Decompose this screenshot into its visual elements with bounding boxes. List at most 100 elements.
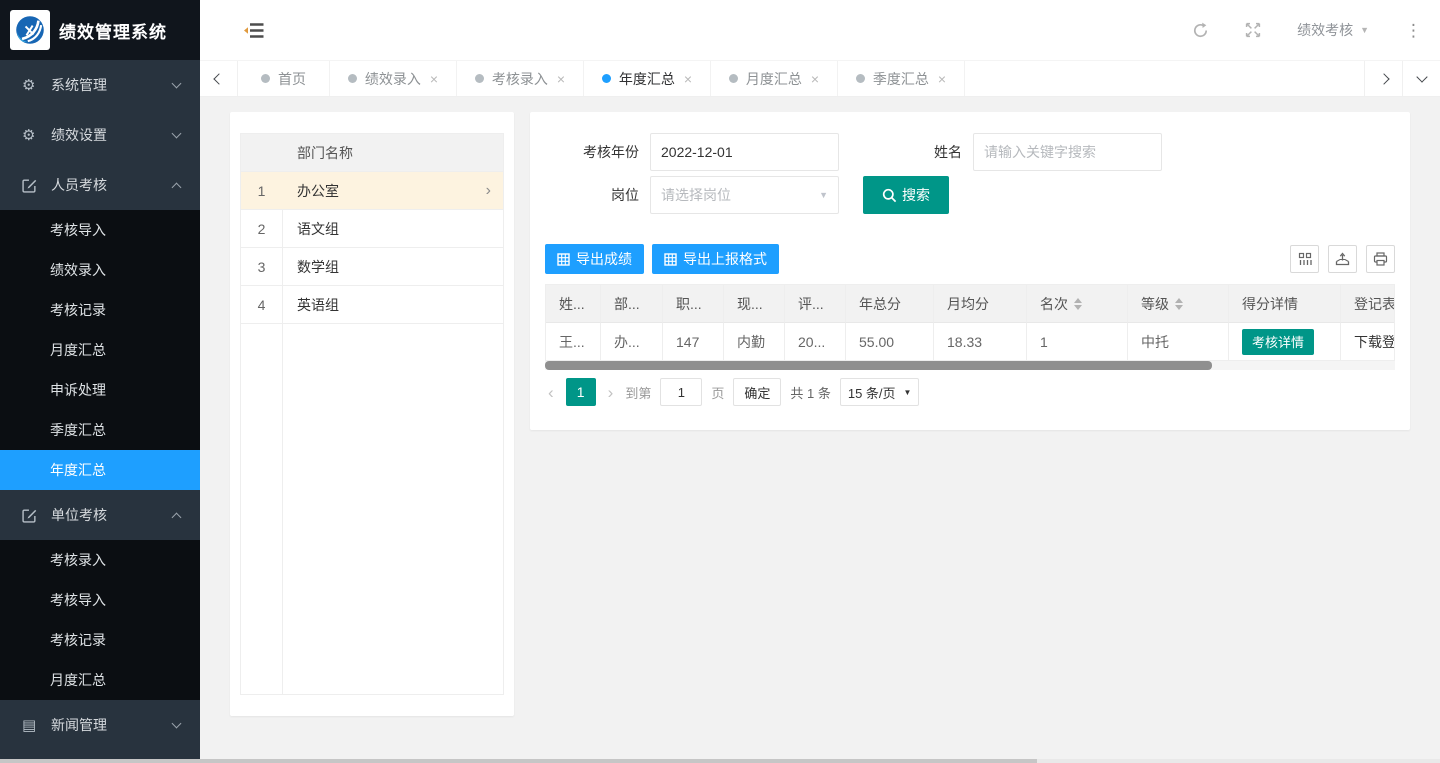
table-grid-icon [557,253,570,266]
tab-annual-summary[interactable]: 年度汇总 × [584,61,711,96]
th-grade[interactable]: 等级 [1128,285,1229,323]
th-current-post[interactable]: 现... [724,285,785,323]
current-page[interactable]: 1 [566,378,596,406]
sidebar-item-performance-entry[interactable]: 绩效录入 [0,250,200,290]
goto-page-input[interactable] [660,378,702,406]
user-menu[interactable]: 绩效考核 ▼ [1297,20,1369,40]
print-button[interactable] [1366,245,1395,273]
export-report-button[interactable]: 导出上报格式 [652,244,779,274]
department-name: 英语组 [282,295,503,315]
results-table-header: 姓... 部... 职... 现... 评... 年总分 月均分 名次 等级 [546,285,1395,323]
sidebar-item-unit-assessment-records[interactable]: 考核记录 [0,620,200,660]
tab-scroll-left-button[interactable] [200,61,238,96]
app-title: 绩效管理系统 [59,18,167,43]
name-label: 姓名 [839,142,973,162]
results-panel: 考核年份 姓名 岗位 请选择岗位 ▼ [530,112,1410,430]
confirm-button[interactable]: 确定 [733,378,781,406]
sidebar-item-system-management[interactable]: ⚙ 系统管理 [0,60,200,110]
sort-icon[interactable] [1074,298,1082,310]
tab-label: 绩效录入 [365,69,421,89]
tab-dot-icon [261,74,270,83]
export-button[interactable] [1328,245,1357,273]
td-eval-year: 20... [785,323,846,361]
more-options-icon[interactable]: ⋮ [1405,22,1422,39]
sidebar-item-assessment-records[interactable]: 考核记录 [0,290,200,330]
edit-icon [22,178,44,193]
department-row-math-group[interactable]: 3 数学组 [241,248,503,286]
close-icon[interactable]: × [811,71,819,87]
collapse-menu-icon[interactable] [243,23,264,38]
assessment-detail-button[interactable]: 考核详情 [1242,329,1314,355]
fullscreen-icon[interactable] [1245,22,1261,38]
sidebar-item-monthly-summary[interactable]: 月度汇总 [0,330,200,370]
close-icon[interactable]: × [938,71,946,87]
columns-filter-button[interactable] [1290,245,1319,273]
sidebar-item-unit-monthly-summary[interactable]: 月度汇总 [0,660,200,700]
department-row-english-group[interactable]: 4 英语组 [241,286,503,324]
scrollbar-thumb[interactable] [0,759,1037,763]
td-name: 王... [546,323,601,361]
sidebar-item-personnel-assessment[interactable]: 人员考核 [0,160,200,210]
tab-assessment-entry[interactable]: 考核录入 × [457,61,584,96]
tab-home[interactable]: 首页 [238,61,330,96]
sidebar-item-label: 人员考核 [51,175,173,195]
pagination: ‹ 1 › 到第 页 确定 共 1 条 15 条/页 ▼ [545,377,1395,407]
name-search-input[interactable] [973,133,1162,171]
personnel-assessment-submenu: 考核导入 绩效录入 考核记录 月度汇总 申诉处理 季度汇总 年度汇总 [0,210,200,490]
topbar-actions: 绩效考核 ▼ ⋮ [1192,20,1422,40]
download-registration-link[interactable]: 下载登记表 [1354,332,1395,352]
close-icon[interactable]: × [684,71,692,87]
sidebar-nav: ⚙ 系统管理 ⚙ 绩效设置 人员考核 考核导入 [0,60,200,763]
scrollbar-thumb[interactable] [545,361,1212,370]
close-icon[interactable]: × [430,71,438,87]
sidebar-item-unit-assessment-import[interactable]: 考核导入 [0,580,200,620]
td-current-post: 内勤 [724,323,785,361]
department-row-chinese-group[interactable]: 2 语文组 [241,210,503,248]
th-department[interactable]: 部... [601,285,663,323]
next-page-button[interactable]: › [605,384,617,401]
sort-icon[interactable] [1175,298,1183,310]
tab-label: 考核录入 [492,69,548,89]
department-name-header: 部门名称 [282,143,503,163]
post-select[interactable]: 请选择岗位 ▼ [650,176,839,214]
sidebar-item-assessment-import[interactable]: 考核导入 [0,210,200,250]
assessment-year-input[interactable] [650,133,839,171]
tab-monthly-summary[interactable]: 月度汇总 × [711,61,838,96]
page-size-select[interactable]: 15 条/页 ▼ [840,378,920,406]
sidebar-item-quarterly-summary[interactable]: 季度汇总 [0,410,200,450]
sidebar-item-news-management[interactable]: ▤ 新闻管理 [0,700,200,750]
th-score-detail[interactable]: 得分详情 [1229,285,1341,323]
th-name[interactable]: 姓... [546,285,601,323]
department-row-office[interactable]: 1 办公室 › [241,172,503,210]
app-window: 绩效管理系统 ⚙ 系统管理 ⚙ 绩效设置 人员考核 [0,0,1440,763]
prev-page-button[interactable]: ‹ [545,384,557,401]
post-select-placeholder: 请选择岗位 [661,185,731,205]
sidebar-item-unit-assessment[interactable]: 单位考核 [0,490,200,540]
th-rank[interactable]: 名次 [1027,285,1128,323]
chevron-right-icon: › [486,182,491,200]
results-table: 姓... 部... 职... 现... 评... 年总分 月均分 名次 等级 [545,284,1395,361]
search-button[interactable]: 搜索 [863,176,949,214]
sidebar-item-appeal-handling[interactable]: 申诉处理 [0,370,200,410]
chevron-down-icon [172,78,182,88]
th-monthly-average[interactable]: 月均分 [934,285,1027,323]
chevron-right-icon [1378,73,1389,84]
export-scores-button[interactable]: 导出成绩 [545,244,644,274]
tab-quarterly-summary[interactable]: 季度汇总 × [838,61,965,96]
sidebar-item-annual-summary[interactable]: 年度汇总 [0,450,200,490]
sidebar-item-performance-settings[interactable]: ⚙ 绩效设置 [0,110,200,160]
tab-scroll-right-button[interactable] [1364,61,1402,96]
th-annual-total[interactable]: 年总分 [846,285,934,323]
sidebar-item-unit-assessment-entry[interactable]: 考核录入 [0,540,200,580]
tabs: 首页 绩效录入 × 考核录入 × 年度汇总 × [238,61,1364,96]
th-eval-year[interactable]: 评... [785,285,846,323]
chevron-down-icon: ▼ [904,388,912,397]
refresh-icon[interactable] [1192,22,1209,39]
tab-performance-entry[interactable]: 绩效录入 × [330,61,457,96]
tab-operations-button[interactable] [1402,61,1440,96]
th-registration-form[interactable]: 登记表 [1341,285,1395,323]
th-job-number[interactable]: 职... [663,285,724,323]
td-department: 办... [601,323,663,361]
close-icon[interactable]: × [557,71,565,87]
unit-assessment-submenu: 考核录入 考核导入 考核记录 月度汇总 [0,540,200,700]
